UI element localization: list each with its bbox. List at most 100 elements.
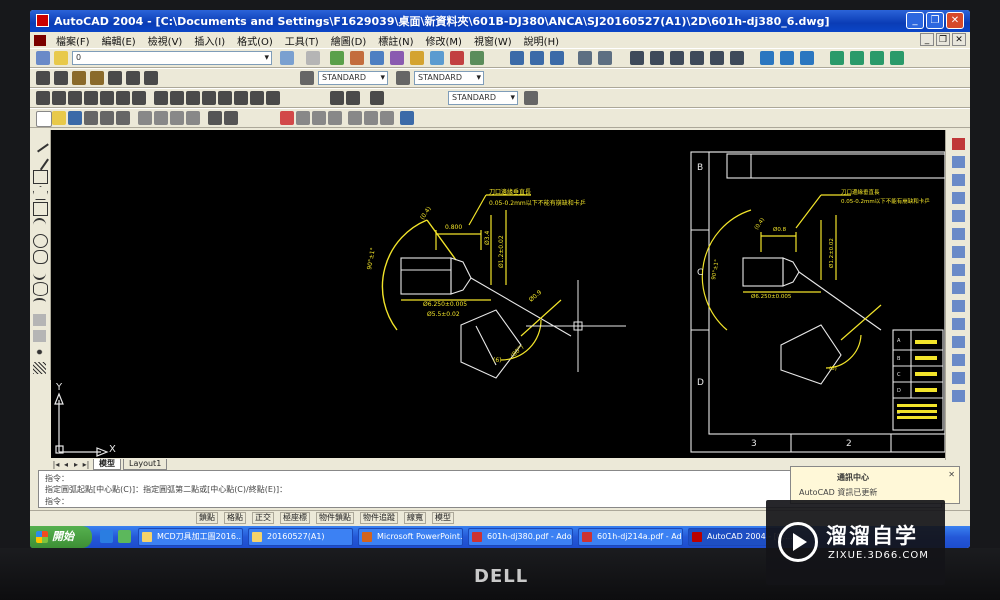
wedge-icon[interactable] — [710, 51, 724, 65]
print-icon[interactable] — [84, 111, 98, 125]
undo-icon[interactable] — [208, 111, 222, 125]
zoom-window-icon[interactable] — [312, 111, 326, 125]
pan-realtime-icon[interactable] — [280, 111, 294, 125]
move-tool-icon[interactable] — [952, 228, 965, 240]
torus-icon[interactable] — [730, 51, 744, 65]
xline-tool-icon[interactable] — [30, 151, 49, 171]
text-icon[interactable] — [36, 71, 50, 85]
baseline-dim-icon[interactable] — [154, 91, 168, 105]
arc-tool-icon[interactable] — [33, 218, 46, 232]
array-tool-icon[interactable] — [952, 210, 965, 222]
edit-text-icon[interactable] — [72, 71, 86, 85]
design-center-palette-icon[interactable] — [364, 111, 378, 125]
cylinder-icon[interactable] — [670, 51, 684, 65]
angular-dim-icon[interactable] — [116, 91, 130, 105]
close-button[interactable]: ✕ — [946, 12, 964, 29]
clip-icon[interactable] — [800, 51, 814, 65]
extend-tool-icon[interactable] — [952, 318, 965, 330]
explode-tool-icon[interactable] — [952, 390, 965, 402]
ellipse-arc-icon[interactable] — [33, 298, 46, 312]
dim-break-icon[interactable] — [370, 91, 384, 105]
polyline-tool-icon[interactable] — [33, 170, 48, 184]
communication-center-balloon[interactable]: 通訊中心 AutoCAD 資訊已更新 ✕ — [790, 466, 960, 504]
autocad-app-icon[interactable] — [36, 14, 49, 27]
dim-style-dropdown-2[interactable]: STANDARD — [448, 91, 518, 105]
shade-icon[interactable] — [578, 51, 592, 65]
zoom-icon[interactable] — [330, 51, 344, 65]
center-mark-icon[interactable] — [218, 91, 232, 105]
balloon-close-icon[interactable]: ✕ — [948, 470, 955, 479]
doc-minimize-button[interactable]: _ — [920, 33, 934, 46]
menu-window[interactable]: 視窗(W) — [468, 33, 518, 48]
menu-view[interactable]: 檢視(V) — [142, 33, 189, 48]
last-tab-icon[interactable]: ▸| — [81, 460, 91, 469]
command-prompt[interactable]: 指令： — [45, 496, 69, 507]
break-tool-icon[interactable] — [952, 336, 965, 348]
copy-icon[interactable] — [154, 111, 168, 125]
scene-icon[interactable] — [890, 51, 904, 65]
menu-modify[interactable]: 修改(M) — [420, 33, 468, 48]
sphere-icon[interactable] — [650, 51, 664, 65]
tab-layout1[interactable]: Layout1 — [123, 458, 168, 470]
light-icon[interactable] — [850, 51, 864, 65]
layer-manager-icon[interactable] — [36, 51, 50, 65]
camera-icon[interactable] — [780, 51, 794, 65]
make-block-icon[interactable] — [33, 330, 46, 342]
dim-update-icon[interactable] — [266, 91, 280, 105]
ortho-toggle[interactable]: 正交 — [252, 512, 274, 524]
dim-style-dropdown[interactable]: STANDARD — [414, 71, 484, 85]
material-icon[interactable] — [870, 51, 884, 65]
make-current-icon[interactable] — [280, 51, 294, 65]
task-powerpoint[interactable]: Microsoft PowerPoint... — [358, 528, 463, 546]
spline-tool-icon[interactable] — [33, 266, 46, 280]
next-tab-icon[interactable]: ▸ — [71, 460, 81, 469]
orbit-icon[interactable] — [760, 51, 774, 65]
polygon-tool-icon[interactable] — [33, 186, 48, 200]
menu-format[interactable]: 格式(O) — [231, 33, 279, 48]
task-folder-mcd[interactable]: MCD刀具加工圖2016... — [138, 528, 243, 546]
view-top-icon[interactable] — [510, 51, 524, 65]
menu-draw[interactable]: 繪圖(D) — [325, 33, 373, 48]
menu-dimension[interactable]: 標註(N) — [372, 33, 419, 48]
cone-icon[interactable] — [690, 51, 704, 65]
ie-quicklaunch-icon[interactable] — [100, 530, 113, 543]
mirror-tool-icon[interactable] — [952, 174, 965, 186]
stretch-tool-icon[interactable] — [952, 282, 965, 294]
redo-icon[interactable] — [224, 111, 238, 125]
line-tool-icon[interactable] — [30, 133, 49, 153]
bulb-icon[interactable] — [54, 51, 68, 65]
render-icon[interactable] — [830, 51, 844, 65]
linear-dim-icon[interactable] — [36, 91, 50, 105]
start-button[interactable]: 開始 — [30, 526, 92, 548]
design-center-icon[interactable] — [410, 51, 424, 65]
polar-toggle[interactable]: 極座標 — [280, 512, 310, 524]
radius-dim-icon[interactable] — [84, 91, 98, 105]
doc-close-button[interactable]: ✕ — [952, 33, 966, 46]
menu-edit[interactable]: 編輯(E) — [96, 33, 142, 48]
desktop-quicklaunch-icon[interactable] — [118, 530, 131, 543]
markup-icon[interactable] — [450, 51, 464, 65]
trim-tool-icon[interactable] — [952, 300, 965, 312]
chamfer-tool-icon[interactable] — [952, 354, 965, 366]
new-icon[interactable] — [36, 111, 52, 127]
diameter-dim-icon[interactable] — [100, 91, 114, 105]
publish-icon[interactable] — [116, 111, 130, 125]
copy-tool-icon[interactable] — [952, 156, 965, 168]
tab-model[interactable]: 模型 — [93, 458, 121, 470]
tool-palettes-icon[interactable] — [380, 111, 394, 125]
dim-style-icon[interactable] — [396, 71, 410, 85]
task-pdf-dj214a[interactable]: 601h-dj214a.pdf - Ad... — [578, 528, 683, 546]
dim-space-icon[interactable] — [346, 91, 360, 105]
zoom-realtime-icon[interactable] — [296, 111, 310, 125]
quick-dim-icon[interactable] — [132, 91, 146, 105]
menu-tools[interactable]: 工具(T) — [279, 33, 325, 48]
text-style-icon[interactable] — [300, 71, 314, 85]
view-left-icon[interactable] — [550, 51, 564, 65]
rectangle-tool-icon[interactable] — [33, 202, 48, 216]
prev-tab-icon[interactable]: ◂ — [61, 460, 71, 469]
rotate-tool-icon[interactable] — [952, 246, 965, 258]
mtext-icon[interactable] — [54, 71, 68, 85]
match-icon[interactable] — [390, 51, 404, 65]
zoom-previous-icon[interactable] — [328, 111, 342, 125]
leader-icon[interactable] — [186, 91, 200, 105]
